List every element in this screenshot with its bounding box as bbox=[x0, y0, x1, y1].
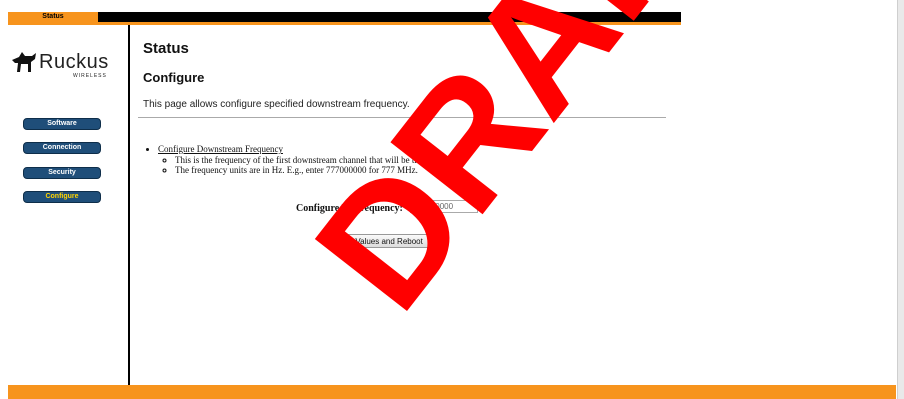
scrollbar[interactable] bbox=[897, 0, 904, 399]
sidebar-item-connection[interactable]: Connection bbox=[23, 142, 101, 154]
sidebar-item-software[interactable]: Software bbox=[23, 118, 101, 130]
configure-downstream-frequency-link[interactable]: Configure Downstream Frequency bbox=[158, 144, 283, 154]
section-title: Configure bbox=[143, 70, 205, 85]
sidebar-item-configure[interactable]: Configure bbox=[23, 191, 101, 203]
page-description: This page allows configure specified dow… bbox=[143, 99, 410, 110]
sidebar-divider bbox=[128, 25, 130, 387]
dog-icon bbox=[12, 52, 36, 72]
page-title: Status bbox=[143, 40, 189, 57]
list-item: The frequency units are in Hz. E.g., ent… bbox=[175, 165, 431, 175]
ruckus-logo: Ruckus WIRELESS bbox=[10, 48, 120, 82]
list-item: This is the frequency of the first downs… bbox=[175, 155, 431, 165]
bottom-orange-bar bbox=[8, 385, 896, 399]
set-values-and-reboot-button[interactable]: Set Values and Reboot bbox=[333, 234, 431, 248]
brand-tagline: WIRELESS bbox=[73, 73, 107, 79]
info-sublist: This is the frequency of the first downs… bbox=[158, 155, 431, 175]
ds-frequency-label: Configure DS frequency: bbox=[296, 203, 403, 214]
status-tab[interactable]: Status bbox=[8, 12, 98, 22]
sidebar-item-security[interactable]: Security bbox=[23, 167, 101, 179]
top-orange-strip bbox=[8, 22, 681, 25]
ds-frequency-input[interactable] bbox=[410, 200, 478, 213]
info-list: Configure Downstream Frequency This is t… bbox=[148, 144, 431, 175]
top-status-bar: Status bbox=[8, 12, 681, 25]
list-item: Configure Downstream Frequency This is t… bbox=[158, 144, 431, 175]
brand-name: Ruckus bbox=[39, 51, 109, 73]
divider bbox=[138, 117, 666, 118]
